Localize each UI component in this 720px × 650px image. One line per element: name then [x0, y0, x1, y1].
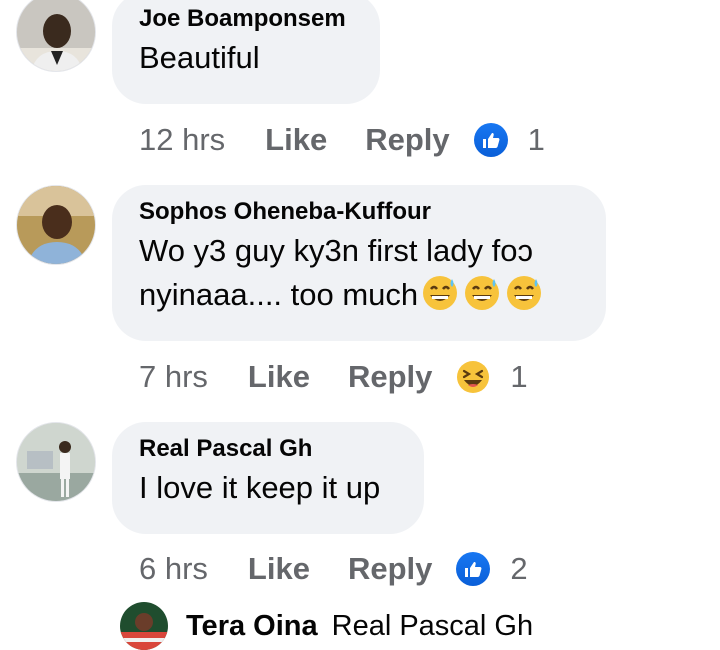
comment-text: I love it keep it up — [139, 470, 381, 505]
comment-author[interactable]: Joe Boamponsem — [139, 4, 352, 34]
comment-actions: 12 hrs Like Reply 1 — [139, 118, 545, 162]
comment-bubble: Joe Boamponsem Beautiful — [112, 0, 380, 104]
avatar[interactable] — [16, 185, 96, 265]
reply-text: Real Pascal Gh — [331, 609, 534, 642]
comment-time[interactable]: 7 hrs — [139, 359, 208, 395]
reply-author[interactable]: Tera Oina — [186, 610, 318, 643]
comment-bubble: Sophos Oheneba-Kuffour Wo y3 guy ky3n fi… — [112, 185, 606, 341]
like-button[interactable]: Like — [248, 551, 310, 587]
comment-actions: 6 hrs Like Reply 2 — [139, 547, 528, 591]
sweat-smile-emoji-icon — [420, 273, 460, 325]
like-button[interactable]: Like — [248, 359, 310, 395]
comment-time[interactable]: 12 hrs — [139, 122, 225, 158]
comment-author[interactable]: Real Pascal Gh — [139, 434, 396, 464]
reaction-count[interactable]: 1 — [528, 122, 545, 158]
comment-actions: 7 hrs Like Reply 1 — [139, 355, 528, 399]
comment-text-line2: nyinaaa.... too much — [139, 277, 419, 312]
comment-text: Wo y3 guy ky3n first lady foɔ nyinaaa...… — [139, 229, 578, 325]
comment-time[interactable]: 6 hrs — [139, 551, 208, 587]
comment-author[interactable]: Sophos Oheneba-Kuffour — [139, 197, 578, 227]
reply-preview[interactable]: Tera Oina Real Pascal Gh — [120, 602, 534, 650]
avatar[interactable] — [16, 0, 96, 72]
comment-bubble: Real Pascal Gh I love it keep it up — [112, 422, 424, 534]
sweat-smile-emoji-icon — [462, 273, 502, 325]
like-button[interactable]: Like — [265, 122, 327, 158]
reply-button[interactable]: Reply — [348, 359, 432, 395]
haha-icon[interactable] — [456, 360, 490, 394]
reply-button[interactable]: Reply — [348, 551, 432, 587]
reply-button[interactable]: Reply — [365, 122, 449, 158]
avatar[interactable] — [16, 422, 96, 502]
reaction-count[interactable]: 2 — [510, 551, 527, 587]
reaction-count[interactable]: 1 — [510, 359, 527, 395]
sweat-smile-emoji-icon — [504, 273, 544, 325]
like-icon[interactable] — [473, 123, 508, 157]
comment-text-line1: Wo y3 guy ky3n first lady foɔ — [139, 233, 533, 268]
comment-text: Beautiful — [139, 40, 260, 75]
like-icon[interactable] — [456, 552, 491, 586]
avatar[interactable] — [120, 602, 168, 650]
